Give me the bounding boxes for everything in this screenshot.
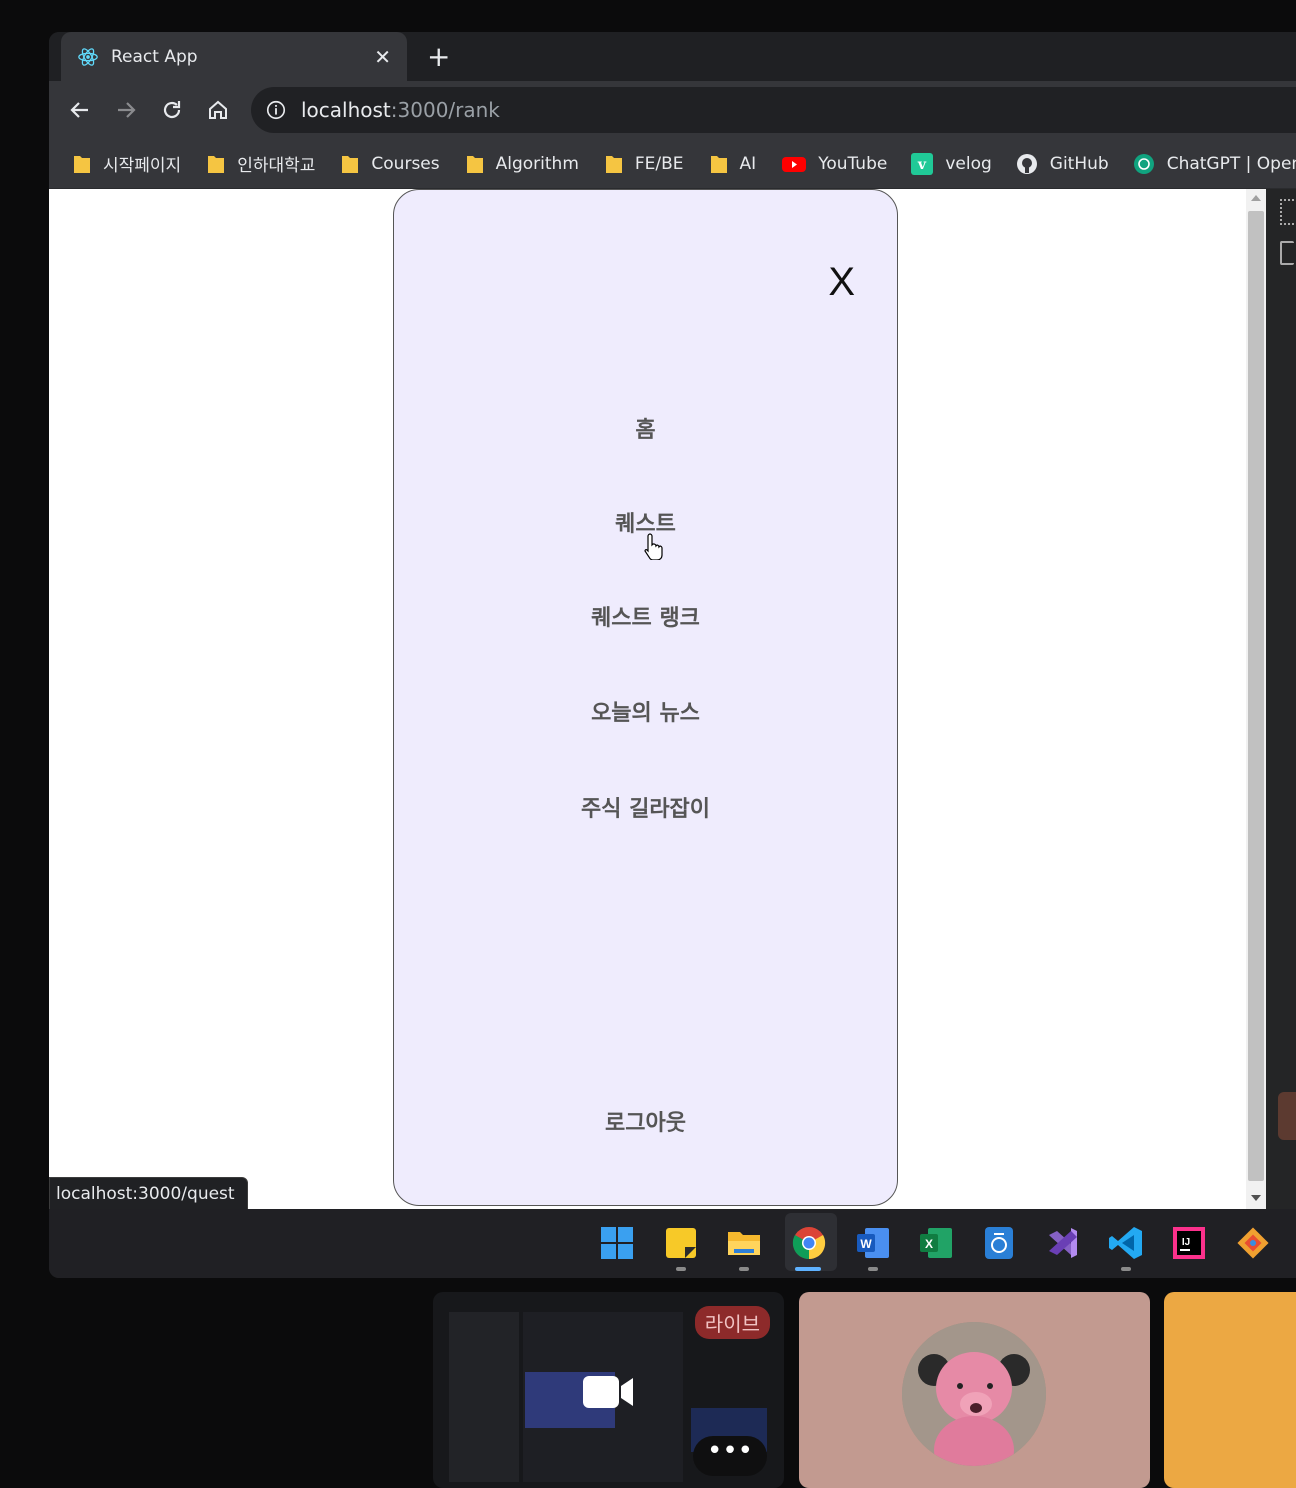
page-scrollbar[interactable] [1246,189,1266,1209]
bookmark-chatgpt[interactable]: ChatGPT | OpenA [1133,153,1296,175]
page-viewport: X 홈 퀘스트 퀘스트 랭크 오늘의 뉴스 주식 길라잡이 로그아웃 local… [49,189,1246,1209]
file-explorer-icon[interactable] [726,1225,762,1261]
svg-text:W: W [860,1237,872,1251]
browser-window: React App ✕ + localhost:3000/rank 시작페이지… [49,32,1296,1278]
folder-icon [710,155,727,173]
reload-icon[interactable] [155,93,189,127]
youtube-icon [782,156,807,172]
close-tab-icon[interactable]: ✕ [374,45,391,69]
menu-item-today-news[interactable]: 오늘의 뉴스 [394,695,897,727]
home-icon[interactable] [201,93,235,127]
scrollbar-thumb[interactable] [1248,211,1264,1181]
bookmark-folder-ai[interactable]: AI [710,154,756,174]
devtools-error-badge[interactable] [1278,1092,1296,1140]
pink-toy-avatar-icon [902,1322,1046,1466]
folder-icon [466,155,483,173]
browser-toolbar: localhost:3000/rank [49,81,1296,139]
devtools-panel-edge [1266,189,1296,1209]
screen-share-tile[interactable]: 라이브 ••• [433,1292,784,1488]
bookmark-folder-febe[interactable]: FE/BE [605,154,684,174]
site-info-icon[interactable] [265,99,287,121]
bookmark-velog[interactable]: v velog [911,152,992,175]
bookmark-github[interactable]: GitHub [1016,153,1109,175]
hangul-word-icon[interactable] [981,1225,1017,1261]
participant-tile[interactable] [799,1292,1150,1488]
bookmark-folder-inha[interactable]: 인하대학교 [207,151,315,176]
svg-text:v: v [917,157,927,173]
camera-icon[interactable] [583,1374,635,1410]
url-path: :3000/rank [390,98,500,122]
bookmark-youtube[interactable]: YouTube [782,154,887,174]
tab-bar: React App ✕ + [49,32,1296,81]
scroll-up-icon[interactable] [1251,195,1261,201]
windows-taskbar: W X IJ [49,1209,1296,1278]
hand-cursor-icon [644,532,664,564]
menu-close-button[interactable]: X [828,260,855,305]
video-call-strip: 라이브 ••• [0,1278,1296,1488]
vscode-icon[interactable] [1108,1225,1144,1261]
bookmark-folder-courses[interactable]: Courses [341,154,440,174]
live-badge: 라이브 [694,1306,770,1339]
react-icon [78,47,98,66]
menu-item-quest-rank[interactable]: 퀘스트 랭크 [394,600,897,632]
github-icon [1016,153,1037,174]
forward-icon[interactable] [109,93,143,127]
bookmark-folder-start[interactable]: 시작페이지 [73,151,181,176]
word-icon[interactable]: W [855,1225,891,1261]
running-indicator [739,1267,749,1271]
new-tab-icon[interactable]: + [427,40,450,73]
participant-avatar [902,1322,1046,1466]
participant-tile-orange[interactable] [1164,1292,1296,1488]
visual-studio-icon[interactable] [1045,1225,1081,1261]
git-icon[interactable] [1235,1225,1271,1261]
back-icon[interactable] [63,93,97,127]
sticky-notes-icon[interactable] [663,1225,699,1261]
shared-screen-sidebar [449,1312,519,1482]
bookmark-folder-algorithm[interactable]: Algorithm [466,154,579,174]
folder-icon [342,155,359,173]
folder-icon [208,155,225,173]
running-indicator [676,1267,686,1271]
windows-start-icon[interactable] [599,1225,635,1261]
link-status-bubble: localhost:3000/quest [49,1177,248,1209]
velog-icon: v [911,152,934,175]
running-indicator [1121,1267,1131,1271]
tab-title: React App [111,46,198,67]
menu-item-stock-guide[interactable]: 주식 길라잡이 [394,791,897,823]
active-indicator [795,1267,821,1271]
bookmarks-bar: 시작페이지 인하대학교 Courses Algorithm FE/BE AI Y… [49,139,1296,189]
device-toolbar-icon[interactable] [1280,241,1294,265]
chrome-icon[interactable] [791,1225,827,1261]
svg-text:X: X [925,1237,933,1251]
scroll-down-icon[interactable] [1251,1195,1261,1201]
intellij-icon[interactable]: IJ [1171,1225,1207,1261]
excel-icon[interactable]: X [918,1225,954,1261]
running-indicator [868,1267,878,1271]
side-menu-panel: X 홈 퀘스트 퀘스트 랭크 오늘의 뉴스 주식 길라잡이 로그아웃 [393,189,898,1206]
svg-text:IJ: IJ [1182,1237,1190,1248]
folder-icon [605,155,622,173]
tab-react-app[interactable]: React App ✕ [61,32,407,81]
more-options-icon[interactable]: ••• [693,1436,767,1476]
folder-icon [74,155,90,173]
menu-item-logout[interactable]: 로그아웃 [394,1105,897,1137]
menu-item-home[interactable]: 홈 [394,412,897,444]
url-host: localhost [301,98,391,122]
address-bar[interactable]: localhost:3000/rank [251,87,1296,133]
chatgpt-icon [1133,153,1154,174]
inspect-icon[interactable] [1280,199,1294,225]
